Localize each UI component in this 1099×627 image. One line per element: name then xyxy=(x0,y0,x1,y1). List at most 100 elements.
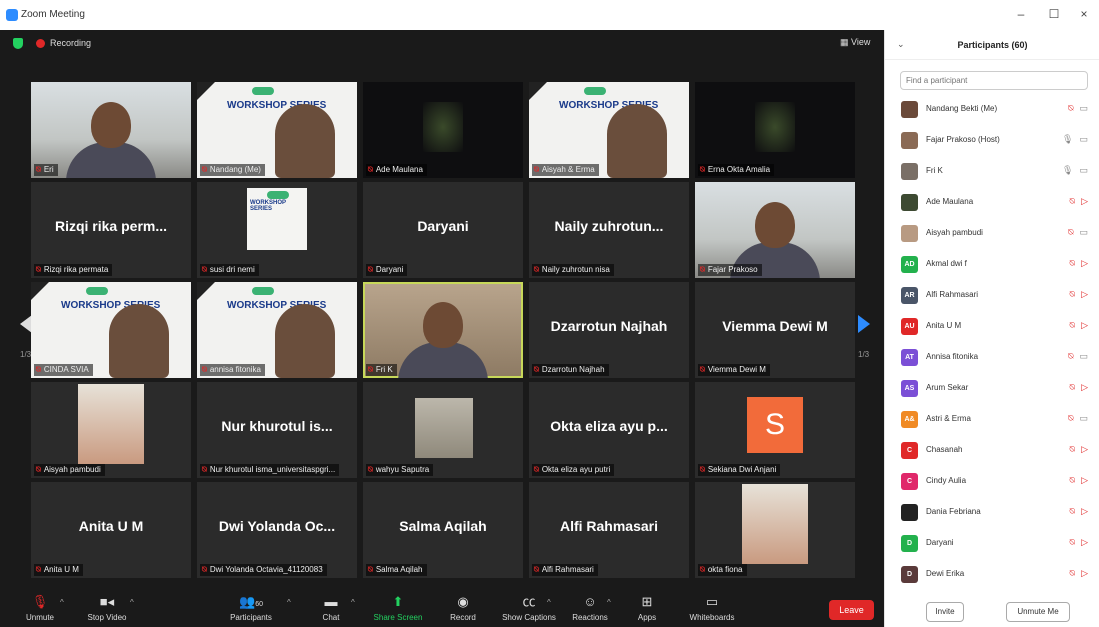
video-tile[interactable]: Salma Aqilah ⍉ Salma Aqilah xyxy=(363,482,523,578)
unmute-button[interactable]: 🎙 Unmute xyxy=(5,594,75,622)
video-tile[interactable]: WORKSHOP SERIES ⍉ Nandang (Me) xyxy=(197,82,357,178)
participant-video-head xyxy=(755,202,795,248)
participant-row[interactable]: Dania Febriana ⍉ ▷ xyxy=(885,497,1099,527)
participant-row[interactable]: AR Alfi Rahmasari ⍉ ▷ xyxy=(885,280,1099,310)
participants-caret-icon[interactable]: ^ xyxy=(287,598,291,607)
mic-icon: 🎙 xyxy=(1062,134,1074,144)
unmute-label: Unmute xyxy=(25,613,54,622)
participant-row[interactable]: C Cindy Aulia ⍉ ▷ xyxy=(885,466,1099,496)
reactions-label: Reactions xyxy=(572,613,608,622)
workshop-banner: WORKSHOP SERIES xyxy=(247,188,307,250)
video-tile[interactable]: WORKSHOP SERIES ⍉ CINDA SVIA xyxy=(31,282,191,378)
muted-mic-icon: ⍉ xyxy=(1069,258,1076,268)
participants-panel-title: Participants (60) xyxy=(957,40,1028,50)
tile-center-name: Alfi Rahmasari xyxy=(559,518,659,534)
video-tile[interactable]: Anita U M ⍉ Anita U M xyxy=(31,482,191,578)
chat-caret-icon[interactable]: ^ xyxy=(351,598,355,607)
audio-options-caret-icon[interactable]: ^ xyxy=(60,598,64,607)
participant-row[interactable]: D Dewi Erika ⍉ ▷ xyxy=(885,559,1099,589)
video-tile[interactable]: ⍉ okta fiona xyxy=(695,482,855,578)
participant-name: Akmal dwi f xyxy=(926,259,967,268)
video-tile[interactable]: ⍉ Ade Maulana xyxy=(363,82,523,178)
minimize-button[interactable]: – xyxy=(1013,6,1029,22)
view-button[interactable]: ▦ View xyxy=(840,37,870,48)
participants-count: 60 xyxy=(255,601,263,608)
video-tile[interactable]: Nur khurotul is... ⍉ Nur khurotul isma_uni… xyxy=(197,382,357,478)
whiteboards-button[interactable]: ▭ Whiteboards xyxy=(677,594,747,622)
tile-name-text: Fri K xyxy=(375,365,393,374)
captions-caret-icon[interactable]: ^ xyxy=(547,598,551,607)
participant-row[interactable]: AU Anita U M ⍉ ▷ xyxy=(885,311,1099,341)
participant-row[interactable]: D Daryani ⍉ ▷ xyxy=(885,528,1099,558)
video-tile[interactable]: S ⍉ Sekiana Dwi Anjani xyxy=(695,382,855,478)
participant-row[interactable]: A& Astri & Erma ⍉ ▭ xyxy=(885,404,1099,434)
video-tile[interactable]: Dwi Yolanda Oc... ⍉ Dwi Yolanda Octavia_41… xyxy=(197,482,357,578)
next-page-arrow-icon[interactable] xyxy=(858,315,870,333)
muted-mic-icon: ⍉ xyxy=(368,565,373,574)
video-icon: ▭ xyxy=(1079,165,1088,175)
video-tile[interactable]: Naily zuhrotun... ⍉ Naily zuhrotun nisa xyxy=(529,182,689,278)
apps-label: Apps xyxy=(637,613,657,622)
leave-button[interactable]: Leave xyxy=(829,600,874,620)
video-tile[interactable]: ⍉ wahyu Saputra xyxy=(363,382,523,478)
muted-mic-icon: ⍉ xyxy=(700,365,705,374)
banner-corner-decoration xyxy=(197,82,215,100)
reactions-caret-icon[interactable]: ^ xyxy=(607,598,611,607)
unmute-me-button[interactable]: Unmute Me xyxy=(1006,602,1070,622)
tile-name-label: ⍉ Rizqi rika permata xyxy=(34,264,113,276)
participant-row[interactable]: AT Annisa fitonika ⍉ ▭ xyxy=(885,342,1099,372)
dim-video-scene xyxy=(423,102,463,152)
participant-row[interactable]: Nandang Bekti (Me) ⍉ ▭ xyxy=(885,94,1099,124)
participant-row[interactable]: C Chasanah ⍉ ▷ xyxy=(885,435,1099,465)
share-screen-button[interactable]: ⬆ Share Screen xyxy=(363,594,433,622)
video-tile[interactable]: ⍉ Fajar Prakoso xyxy=(695,182,855,278)
video-tile[interactable]: WORKSHOP SERIES ⍉ susi dri nemi xyxy=(197,182,357,278)
participant-avatar: D xyxy=(901,535,918,552)
video-tile[interactable]: Alfi Rahmasari ⍉ Alfi Rahmasari xyxy=(529,482,689,578)
participant-search-input[interactable] xyxy=(900,71,1088,90)
video-tile[interactable]: Rizqi rika perm... ⍉ Rizqi rika permata xyxy=(31,182,191,278)
chat-button[interactable]: ▬ Chat xyxy=(296,594,366,622)
tile-name-text: Rizqi rika permata xyxy=(43,265,109,274)
video-tile[interactable]: ⍉ Fri K xyxy=(363,282,523,378)
tile-name-label: ⍉ Nur khurotul isma_universitaspgri... xyxy=(200,464,340,476)
video-tile[interactable]: Viemma Dewi M ⍉ Viemma Dewi M xyxy=(695,282,855,378)
maximize-button[interactable]: ☐ xyxy=(1046,6,1062,22)
video-tile[interactable]: ⍉ Erna Okta Amalia xyxy=(695,82,855,178)
participant-video-person xyxy=(275,104,335,178)
participant-row[interactable]: Aisyah pambudi ⍉ ▭ xyxy=(885,218,1099,248)
muted-mic-icon: ⍉ xyxy=(700,265,705,274)
participants-button[interactable]: 👥60 Participants xyxy=(216,594,286,622)
video-tile[interactable]: WORKSHOP SERIES ⍉ Aisyah & Erma xyxy=(529,82,689,178)
view-label: View xyxy=(851,37,871,47)
tile-name-text: Okta eliza ayu putri xyxy=(541,465,611,474)
meeting-top-strip: Recording ▦ View xyxy=(0,30,884,56)
show-captions-button[interactable]: ㏄ Show Captions xyxy=(494,594,564,622)
close-button[interactable]: × xyxy=(1076,6,1092,22)
tile-name-text: Anita U M xyxy=(43,565,79,574)
page-indicator-left: 1/3 xyxy=(20,350,32,359)
video-tile[interactable]: WORKSHOP SERIES ⍉ annisa fitonika xyxy=(197,282,357,378)
video-tile[interactable]: ⍉ Eri xyxy=(31,82,191,178)
security-shield-icon[interactable] xyxy=(13,38,23,49)
participant-row[interactable]: AS Arum Sekar ⍉ ▷ xyxy=(885,373,1099,403)
apps-button[interactable]: ⊞ Apps xyxy=(612,594,682,622)
participant-avatar: AR xyxy=(901,287,918,304)
invite-button[interactable]: Invite xyxy=(926,602,964,622)
video-off-icon: ▷ xyxy=(1081,444,1088,454)
participant-row[interactable]: AD Akmal dwi f ⍉ ▷ xyxy=(885,249,1099,279)
participant-row[interactable]: Ade Maulana ⍉ ▷ xyxy=(885,187,1099,217)
video-options-caret-icon[interactable]: ^ xyxy=(130,598,134,607)
record-button[interactable]: ◉ Record xyxy=(428,594,498,622)
participant-row[interactable]: Fajar Prakoso (Host) 🎙 ▭ xyxy=(885,125,1099,155)
video-tile[interactable]: Okta eliza ayu p... ⍉ Okta eliza ayu putri xyxy=(529,382,689,478)
participant-status-icons: ⍉ ▷ xyxy=(1070,289,1088,300)
video-tile[interactable]: ⍉ Aisyah pambudi xyxy=(31,382,191,478)
participant-video-person xyxy=(607,104,667,178)
participant-row[interactable]: Fri K 🎙 ▭ xyxy=(885,156,1099,186)
tile-name-text: Sekiana Dwi Anjani xyxy=(707,465,777,474)
video-tile[interactable]: Daryani ⍉ Daryani xyxy=(363,182,523,278)
participant-video-person xyxy=(109,304,169,378)
tile-name-text: Aisyah & Erma xyxy=(541,165,595,174)
video-tile[interactable]: Dzarrotun Najhah ⍉ Dzarrotun Najhah xyxy=(529,282,689,378)
